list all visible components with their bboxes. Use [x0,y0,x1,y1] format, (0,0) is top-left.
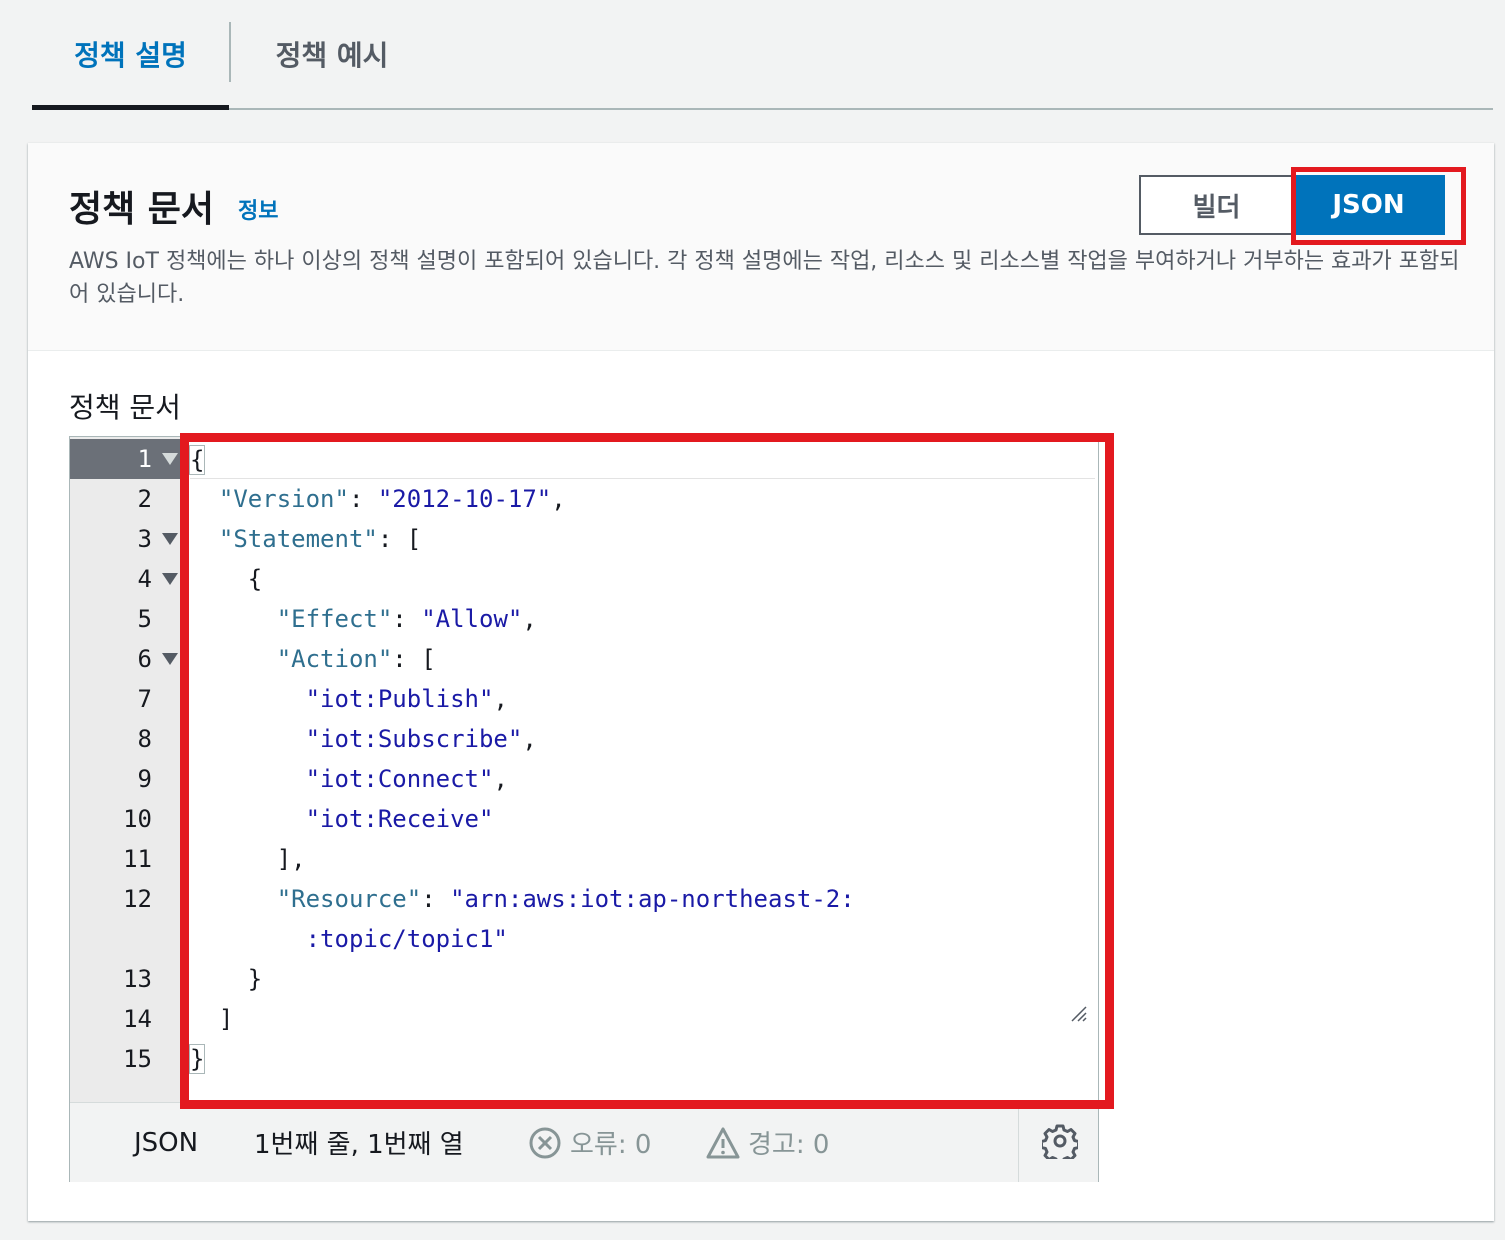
status-divider [1018,1103,1019,1182]
editor-mode-toggle: 빌더 JSON [1139,175,1445,235]
fold-arrow-icon[interactable] [162,573,178,585]
editor-status-bar: JSON 1번째 줄, 1번째 열 오류: 0 경고: 0 [70,1102,1098,1182]
line-number: 5 [137,605,152,633]
code-line: "iot:Subscribe", [305,725,537,753]
line-number: 12 [123,885,152,913]
line-number: 2 [137,485,152,513]
line-number: 7 [137,685,152,713]
line-number: 13 [123,965,152,993]
warning-count: 경고: 0 [748,1130,830,1160]
code-line: } [188,1044,206,1074]
line-number: 9 [137,765,152,793]
line-number: 3 [70,519,182,559]
code-line: { [188,439,1095,479]
info-link[interactable]: 정보 [238,193,278,225]
code-line: "iot:Connect", [305,765,508,793]
status-cursor-position: 1번째 줄, 1번째 열 [254,1130,464,1160]
warning-icon [706,1127,740,1158]
line-number: 11 [123,845,152,873]
json-button[interactable]: JSON [1292,175,1445,235]
line-number: 1 [70,439,182,479]
tab-policy-description[interactable]: 정책 설명 [32,0,229,110]
code-line: "Action": [ [276,645,436,673]
code-area[interactable]: { "Version": "2012-10-17", "Statement": … [188,437,1095,1102]
error-count: 오류: 0 [570,1130,652,1160]
code-line: "Version": "2012-10-17", [218,485,566,513]
status-warnings[interactable]: 경고: 0 [706,1103,829,1182]
editor-label: 정책 문서 [69,391,181,424]
fold-arrow-icon[interactable] [162,453,178,465]
code-line-wrapped: :topic/topic1" [305,925,508,953]
panel-title: 정책 문서 [69,189,215,230]
tab-bar: 정책 설명 정책 예시 [32,0,1493,110]
code-line: "iot:Receive" [305,805,494,833]
code-line: "Statement": [ [218,525,422,553]
line-number: 15 [123,1045,152,1073]
status-language: JSON [134,1127,199,1158]
code-line: "iot:Publish", [305,685,508,713]
error-icon [529,1127,561,1158]
panel-header: 정책 문서 정보 AWS IoT 정책에는 하나 이상의 정책 설명이 포함되어… [28,143,1494,351]
gear-icon[interactable] [1042,1123,1078,1159]
code-line: ] [218,1005,234,1033]
code-line: "Resource": "arn:aws:iot:ap-northeast-2: [276,885,855,913]
builder-button[interactable]: 빌더 [1139,175,1292,235]
code-line: } [247,965,263,993]
policy-document-panel: 정책 문서 정보 AWS IoT 정책에는 하나 이상의 정책 설명이 포함되어… [28,143,1494,1221]
code-line: { [247,565,263,593]
policy-code-editor[interactable]: 1 2 3 4 5 6 7 8 9 10 11 12 13 14 15 { "V… [69,436,1099,1182]
code-line: "Effect": "Allow", [276,605,537,633]
status-errors[interactable]: 오류: 0 [528,1103,651,1182]
resize-handle-icon[interactable] [1069,1004,1087,1022]
line-number: 4 [70,559,182,599]
line-number: 14 [123,1005,152,1033]
fold-arrow-icon[interactable] [162,533,178,545]
panel-description: AWS IoT 정책에는 하나 이상의 정책 설명이 포함되어 있습니다. 각 … [69,249,1460,307]
line-number: 10 [123,805,152,833]
line-number-gutter: 1 2 3 4 5 6 7 8 9 10 11 12 13 14 15 [70,437,182,1102]
fold-arrow-icon[interactable] [162,653,178,665]
tab-policy-examples[interactable]: 정책 예시 [231,0,433,108]
line-number: 8 [137,725,152,753]
line-number: 6 [70,639,182,679]
code-line: ], [276,845,306,873]
